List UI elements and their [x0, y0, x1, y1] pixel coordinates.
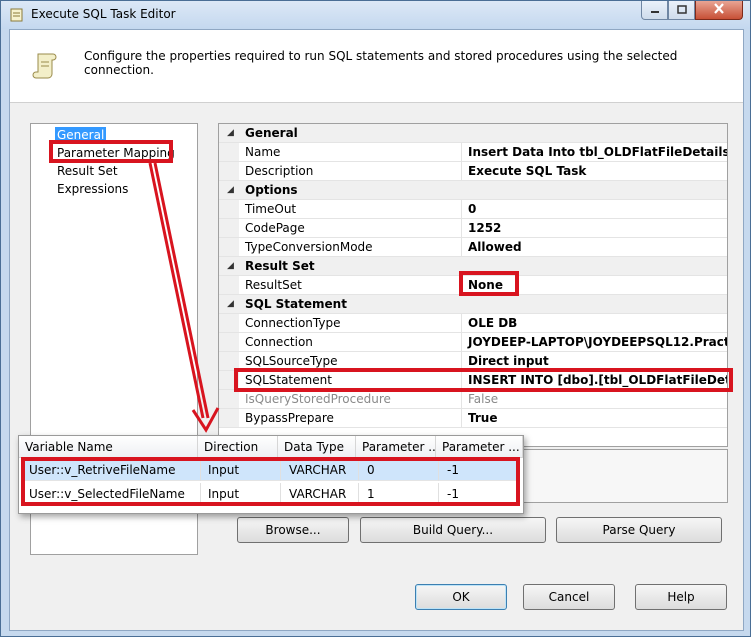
category-label: SQL Statement — [245, 297, 347, 311]
property-name: CodePage — [245, 221, 305, 235]
parameter-size-cell[interactable]: -1 — [447, 487, 459, 501]
parameter-name-cell[interactable]: 0 — [367, 463, 375, 477]
parameter-size-cell[interactable]: -1 — [447, 463, 459, 477]
property-row-resultset[interactable]: ResultSet None — [219, 276, 727, 295]
property-name: Name — [245, 145, 281, 159]
property-row-name[interactable]: Name Insert Data Into tbl_OLDFlatFileDet… — [219, 143, 727, 162]
dialog-client-area: Configure the properties required to run… — [9, 29, 744, 631]
column-header-parameter-size[interactable]: Parameter ... — [436, 436, 523, 458]
property-name: ResultSet — [245, 278, 302, 292]
nav-item-expressions[interactable]: Expressions — [55, 181, 130, 197]
nav-item-result-set[interactable]: Result Set — [55, 163, 120, 179]
nav-item-general[interactable]: General — [55, 127, 107, 143]
property-value[interactable]: OLE DB — [468, 316, 517, 330]
category-options[interactable]: ◢ Options — [219, 181, 727, 200]
direction-cell[interactable]: Input — [208, 487, 239, 501]
category-general[interactable]: ◢ General — [219, 124, 727, 143]
dialog-header: Configure the properties required to run… — [10, 30, 743, 103]
ok-button[interactable]: OK — [415, 584, 507, 610]
property-name: SQLStatement — [245, 373, 332, 387]
parameter-name-cell[interactable]: 1 — [367, 487, 375, 501]
parameter-row[interactable]: User::v_SelectedFileName Input VARCHAR 1… — [25, 483, 517, 505]
window-title: Execute SQL Task Editor — [31, 7, 176, 21]
property-name: SQLSourceType — [245, 354, 338, 368]
property-value[interactable]: 0 — [468, 202, 476, 216]
data-type-cell[interactable]: VARCHAR — [289, 463, 346, 477]
header-description: Configure the properties required to run… — [84, 49, 678, 77]
property-row-connectiontype[interactable]: ConnectionType OLE DB — [219, 314, 727, 333]
close-icon — [713, 3, 725, 17]
column-header-direction[interactable]: Direction — [198, 436, 278, 458]
column-header-data-type[interactable]: Data Type — [278, 436, 356, 458]
property-value[interactable]: Execute SQL Task — [468, 164, 586, 178]
collapse-triangle-icon[interactable]: ◢ — [227, 185, 234, 195]
property-grid: ◢ General Name Insert Data Into tbl_OLDF… — [218, 123, 728, 447]
parse-query-button[interactable]: Parse Query — [556, 517, 722, 543]
cancel-button[interactable]: Cancel — [523, 584, 615, 610]
property-row-sqlsourcetype[interactable]: SQLSourceType Direct input — [219, 352, 727, 371]
property-row-codepage[interactable]: CodePage 1252 — [219, 219, 727, 238]
variable-name-cell[interactable]: User::v_SelectedFileName — [29, 487, 185, 501]
sql-task-icon — [9, 7, 25, 23]
property-value[interactable]: INSERT INTO [dbo].[tbl_OLDFlatFileDetail… — [468, 373, 727, 387]
maximize-button[interactable] — [668, 1, 695, 20]
category-label: Options — [245, 183, 298, 197]
property-name: TypeConversionMode — [245, 240, 373, 254]
category-result-set[interactable]: ◢ Result Set — [219, 257, 727, 276]
category-label: General — [245, 126, 298, 140]
property-value[interactable]: JOYDEEP-LAPTOP\JOYDEEPSQL12.PracticeDB — [468, 335, 727, 349]
property-name: Connection — [245, 335, 313, 349]
minimize-icon — [650, 3, 660, 17]
build-query-button[interactable]: Build Query... — [360, 517, 546, 543]
parameter-mapping-popup: Variable Name Direction Data Type Parame… — [18, 435, 524, 514]
collapse-triangle-icon[interactable]: ◢ — [227, 261, 234, 271]
property-value[interactable]: None — [468, 278, 503, 292]
column-header-variable-name[interactable]: Variable Name — [19, 436, 198, 458]
property-value[interactable]: True — [468, 411, 497, 425]
property-name: IsQueryStoredProcedure — [245, 392, 391, 406]
data-type-cell[interactable]: VARCHAR — [289, 487, 346, 501]
nav-item-parameter-mapping[interactable]: Parameter Mapping — [55, 145, 177, 161]
scroll-icon — [32, 50, 60, 80]
property-name: TimeOut — [245, 202, 297, 216]
property-value[interactable]: Allowed — [468, 240, 522, 254]
property-value[interactable]: Insert Data Into tbl_OLDFlatFileDetails — [468, 145, 727, 159]
parameter-row[interactable]: User::v_RetriveFileName Input VARCHAR 0 … — [25, 459, 517, 481]
category-sql-statement[interactable]: ◢ SQL Statement — [219, 295, 727, 314]
collapse-triangle-icon[interactable]: ◢ — [227, 128, 234, 138]
direction-cell[interactable]: Input — [208, 463, 239, 477]
help-button[interactable]: Help — [635, 584, 727, 610]
category-label: Result Set — [245, 259, 315, 273]
minimize-button[interactable] — [641, 1, 668, 20]
property-row-description[interactable]: Description Execute SQL Task — [219, 162, 727, 181]
property-value[interactable]: 1252 — [468, 221, 501, 235]
property-row-isquerystoredprocedure[interactable]: IsQueryStoredProcedure False — [219, 390, 727, 409]
property-row-typeconversionmode[interactable]: TypeConversionMode Allowed — [219, 238, 727, 257]
variable-name-cell[interactable]: User::v_RetriveFileName — [29, 463, 175, 477]
property-value: False — [468, 392, 499, 406]
column-header-parameter-name[interactable]: Parameter ... — [356, 436, 436, 458]
property-row-sqlstatement[interactable]: SQLStatement INSERT INTO [dbo].[tbl_OLDF… — [219, 371, 727, 390]
property-row-connection[interactable]: Connection JOYDEEP-LAPTOP\JOYDEEPSQL12.P… — [219, 333, 727, 352]
property-name: Description — [245, 164, 314, 178]
property-row-timeout[interactable]: TimeOut 0 — [219, 200, 727, 219]
property-row-bypassprepare[interactable]: BypassPrepare True — [219, 409, 727, 428]
close-button[interactable] — [695, 1, 743, 20]
property-name: ConnectionType — [245, 316, 341, 330]
property-value[interactable]: Direct input — [468, 354, 549, 368]
collapse-triangle-icon[interactable]: ◢ — [227, 299, 234, 309]
property-name: BypassPrepare — [245, 411, 334, 425]
title-bar: Execute SQL Task Editor — [1, 1, 750, 29]
execute-sql-task-editor-window: Execute SQL Task Editor Configure the pr… — [0, 0, 751, 637]
browse-button[interactable]: Browse... — [237, 517, 349, 543]
maximize-icon — [676, 3, 687, 17]
